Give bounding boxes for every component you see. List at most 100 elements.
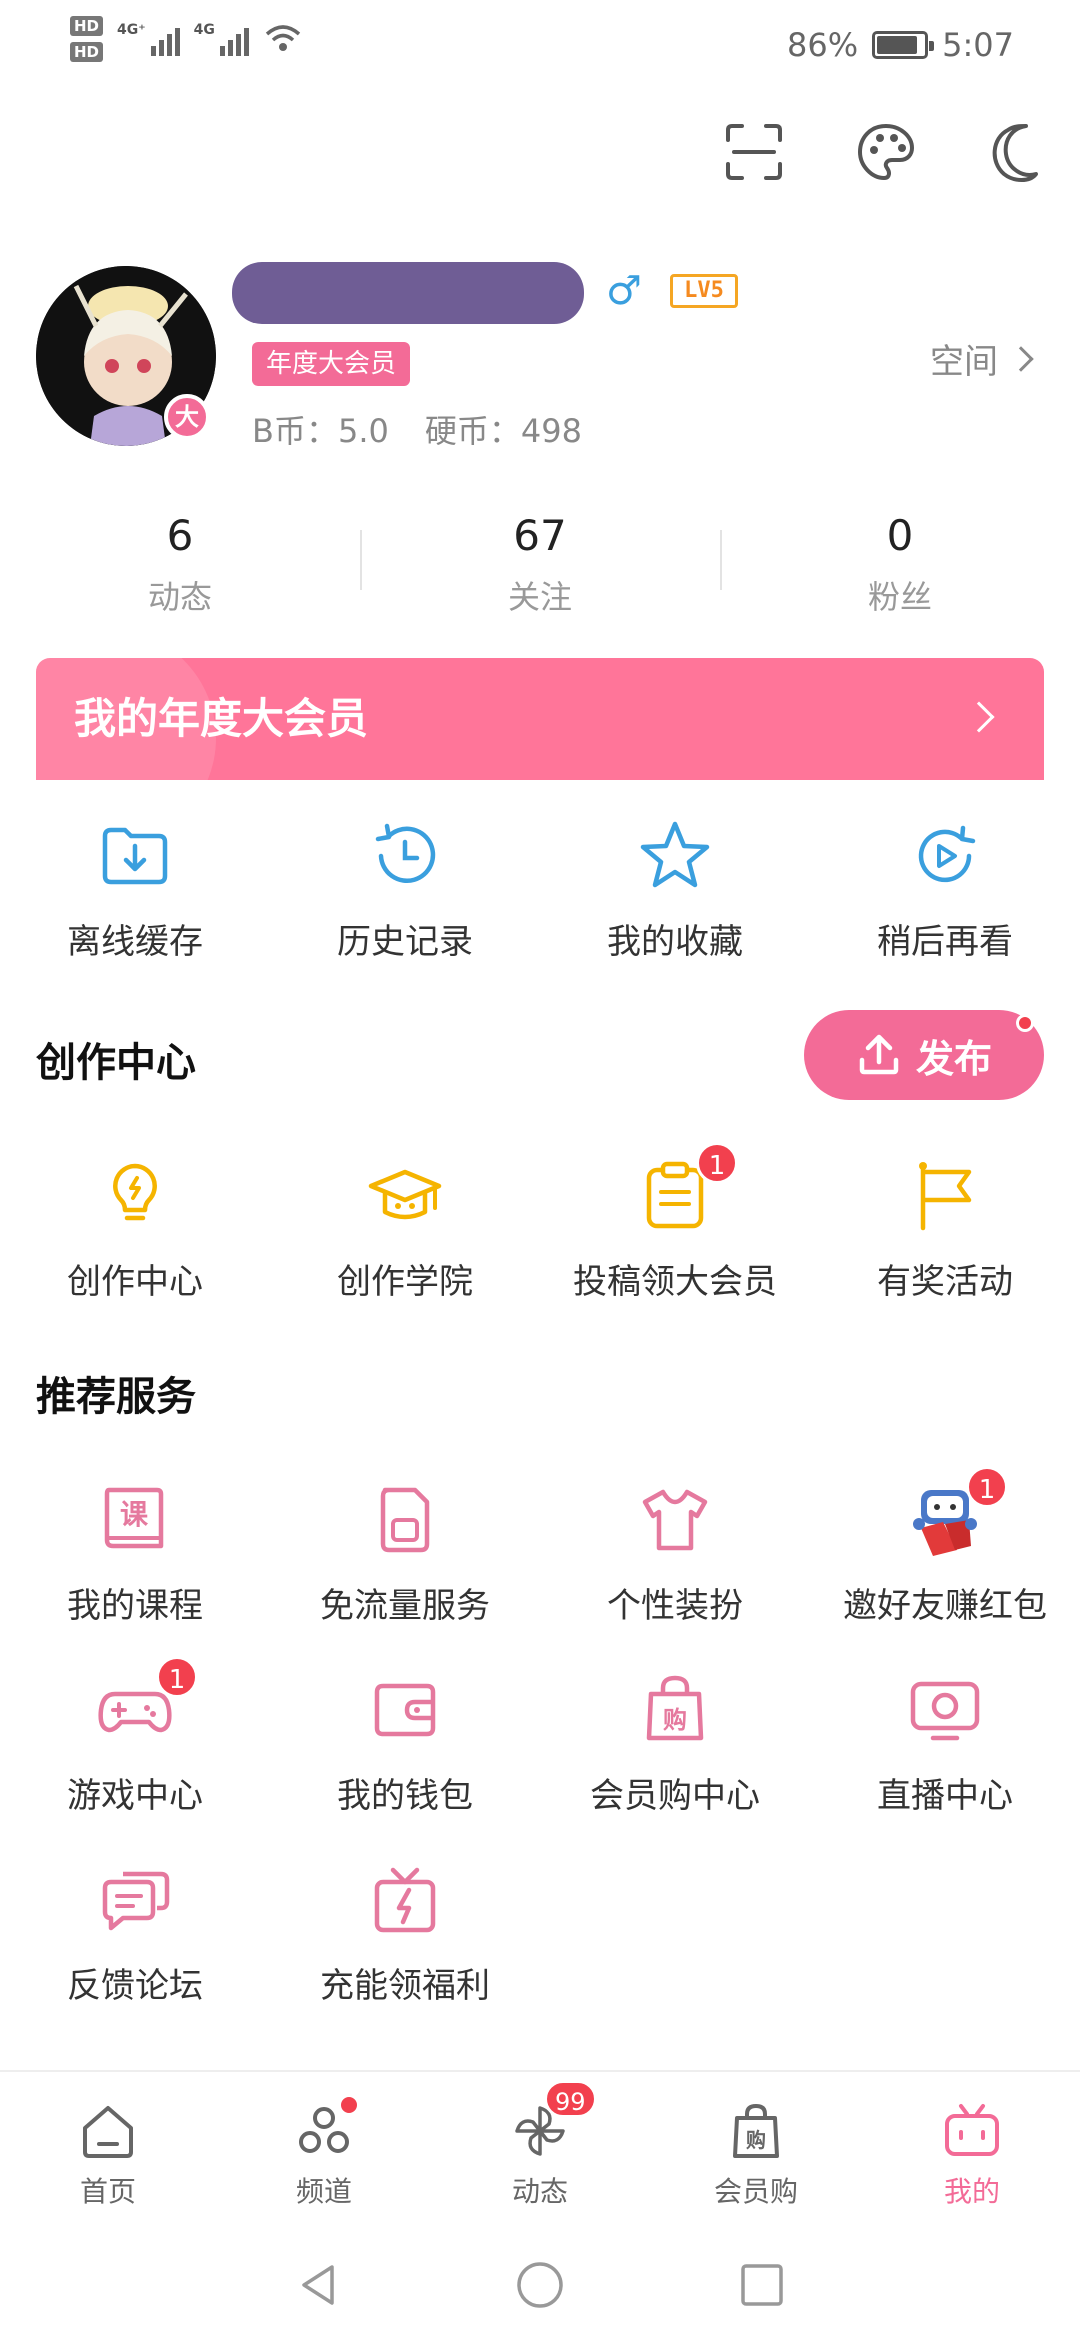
- wallet-icon: [374, 1683, 436, 1737]
- stat-following[interactable]: 67 关注: [360, 508, 720, 618]
- moon-icon[interactable]: [986, 120, 1050, 184]
- notification-badge: 99: [544, 2080, 597, 2118]
- service-invite-friends[interactable]: 邀好友赚红包 1: [810, 1464, 1080, 1654]
- live-tv-icon: [910, 1681, 980, 1741]
- vip-tag[interactable]: 年度大会员: [252, 342, 411, 386]
- service-label: 免流量服务: [320, 1586, 490, 1626]
- nav-channel[interactable]: 频道: [216, 2072, 432, 2230]
- service-label: 游戏中心: [67, 1776, 203, 1816]
- home-icon: [83, 2106, 133, 2158]
- coin-balance: 硬币：498: [424, 412, 582, 450]
- stat-label: 关注: [507, 578, 572, 616]
- quick-action-label: 稍后再看: [877, 922, 1013, 962]
- tshirt-icon: [642, 1489, 708, 1551]
- creation-item-center[interactable]: 创作中心: [0, 1140, 270, 1330]
- service-label: 邀好友赚红包: [843, 1586, 1047, 1626]
- quick-action-history[interactable]: 历史记录: [270, 800, 540, 990]
- stat-number: 6: [166, 511, 194, 560]
- nav-vip-shop[interactable]: 购 会员购: [648, 2072, 864, 2230]
- service-label: 会员购中心: [590, 1776, 760, 1816]
- graduation-cap-icon: [368, 1169, 442, 1220]
- hd2-label: HD: [70, 42, 104, 62]
- back-triangle-icon[interactable]: [292, 2259, 344, 2311]
- nav-label: 我的: [943, 2175, 1000, 2208]
- nav-label: 会员购: [713, 2175, 798, 2208]
- publish-label: 发布: [915, 1036, 992, 1081]
- service-data-free[interactable]: 免流量服务: [270, 1464, 540, 1654]
- signal-icon: 4G⁺: [117, 22, 180, 56]
- feedback-chat-icon: [102, 1871, 170, 1931]
- creation-item-label: 创作学院: [337, 1262, 473, 1302]
- creation-item-label: 创作中心: [67, 1262, 203, 1302]
- scan-icon[interactable]: [722, 120, 786, 184]
- course-book-icon: 课: [104, 1487, 164, 1549]
- service-label: 反馈论坛: [67, 1966, 203, 2006]
- gift-bolt-icon: [374, 1867, 436, 1933]
- quick-action-watch-later[interactable]: 稍后再看: [810, 800, 1080, 990]
- male-icon: ♂: [606, 268, 642, 314]
- quick-action-label: 历史记录: [337, 922, 473, 962]
- flag-icon: [919, 1162, 972, 1231]
- creation-item-events[interactable]: 有奖活动: [810, 1140, 1080, 1330]
- hd-indicator: HD HD: [70, 16, 104, 62]
- space-link[interactable]: 空间: [930, 334, 1034, 383]
- hd1-label: HD: [70, 16, 104, 36]
- battery-icon: [872, 31, 935, 59]
- star-icon: [640, 821, 710, 888]
- service-vip-shop[interactable]: 购 会员购中心: [540, 1654, 810, 1844]
- top-actions: [722, 120, 1050, 184]
- recents-square-icon[interactable]: [736, 2259, 788, 2311]
- notification-dot: [338, 2094, 360, 2116]
- lightbulb-icon: [113, 1163, 157, 1221]
- service-wallet[interactable]: 我的钱包: [270, 1654, 540, 1844]
- status-bar: HD HD 4G⁺ 4G 86% 5:07: [0, 0, 1080, 90]
- space-label: 空间: [930, 342, 998, 382]
- stat-dynamics[interactable]: 6 动态: [0, 508, 360, 618]
- bottom-nav: 首页 频道 动态 99 购 会员购 我的: [0, 2070, 1080, 2230]
- notification-dot: [1016, 1014, 1034, 1032]
- clock-time: 5:07: [942, 26, 1014, 64]
- notification-badge: 1: [696, 1142, 738, 1184]
- notification-badge: 1: [156, 1656, 198, 1698]
- service-dressup[interactable]: 个性装扮: [540, 1464, 810, 1654]
- shopping-bag-icon: 购: [646, 1675, 704, 1741]
- quick-action-favorites[interactable]: 我的收藏: [540, 800, 810, 990]
- service-label: 直播中心: [877, 1776, 1013, 1816]
- service-live-center[interactable]: 直播中心: [810, 1654, 1080, 1844]
- service-charge-benefits[interactable]: 充能领福利: [270, 1844, 540, 2034]
- nav-dynamics[interactable]: 动态 99: [432, 2072, 648, 2230]
- wifi-icon: [265, 25, 301, 51]
- service-game-center[interactable]: 游戏中心 1: [0, 1654, 270, 1844]
- service-my-courses[interactable]: 课 我的课程: [0, 1464, 270, 1654]
- creation-grid: 创作中心 创作学院 投稿领大会员 1 有奖活动: [0, 1140, 1080, 1330]
- nav-home[interactable]: 首页: [0, 2072, 216, 2230]
- creation-item-label: 有奖活动: [877, 1262, 1013, 1302]
- nav-label: 动态: [511, 2175, 568, 2208]
- palette-icon[interactable]: [854, 120, 918, 184]
- publish-button[interactable]: 发布: [804, 1010, 1044, 1100]
- creation-item-academy[interactable]: 创作学院: [270, 1140, 540, 1330]
- notification-badge: 1: [966, 1466, 1008, 1508]
- chevron-right-icon: [1008, 345, 1034, 372]
- vip-banner[interactable]: 我的年度大会员: [36, 658, 1044, 780]
- quick-action-offline-cache[interactable]: 离线缓存: [0, 800, 270, 990]
- creation-section-title: 创作中心: [36, 1040, 196, 1086]
- nav-mine[interactable]: 我的: [864, 2072, 1080, 2230]
- creation-item-label: 投稿领大会员: [573, 1262, 777, 1302]
- services-section-title: 推荐服务: [36, 1374, 196, 1420]
- upload-icon: [859, 1034, 899, 1075]
- shop-glyph: 购: [746, 2128, 766, 2152]
- service-label: 我的钱包: [337, 1776, 473, 1816]
- creation-item-submit-vip[interactable]: 投稿领大会员 1: [540, 1140, 810, 1330]
- service-label: 充能领福利: [320, 1966, 490, 2006]
- stat-number: 67: [513, 511, 567, 560]
- username-redacted: [232, 262, 584, 324]
- watch-later-icon: [918, 825, 976, 883]
- stat-fans[interactable]: 0 粉丝: [720, 508, 1080, 618]
- stat-number: 0: [886, 511, 914, 560]
- stats-row: 6 动态 67 关注 0 粉丝: [0, 508, 1080, 618]
- download-folder-icon: [102, 827, 168, 885]
- service-feedback[interactable]: 反馈论坛: [0, 1844, 270, 2034]
- home-circle-icon[interactable]: [514, 2259, 566, 2311]
- system-nav-bar: [0, 2230, 1080, 2340]
